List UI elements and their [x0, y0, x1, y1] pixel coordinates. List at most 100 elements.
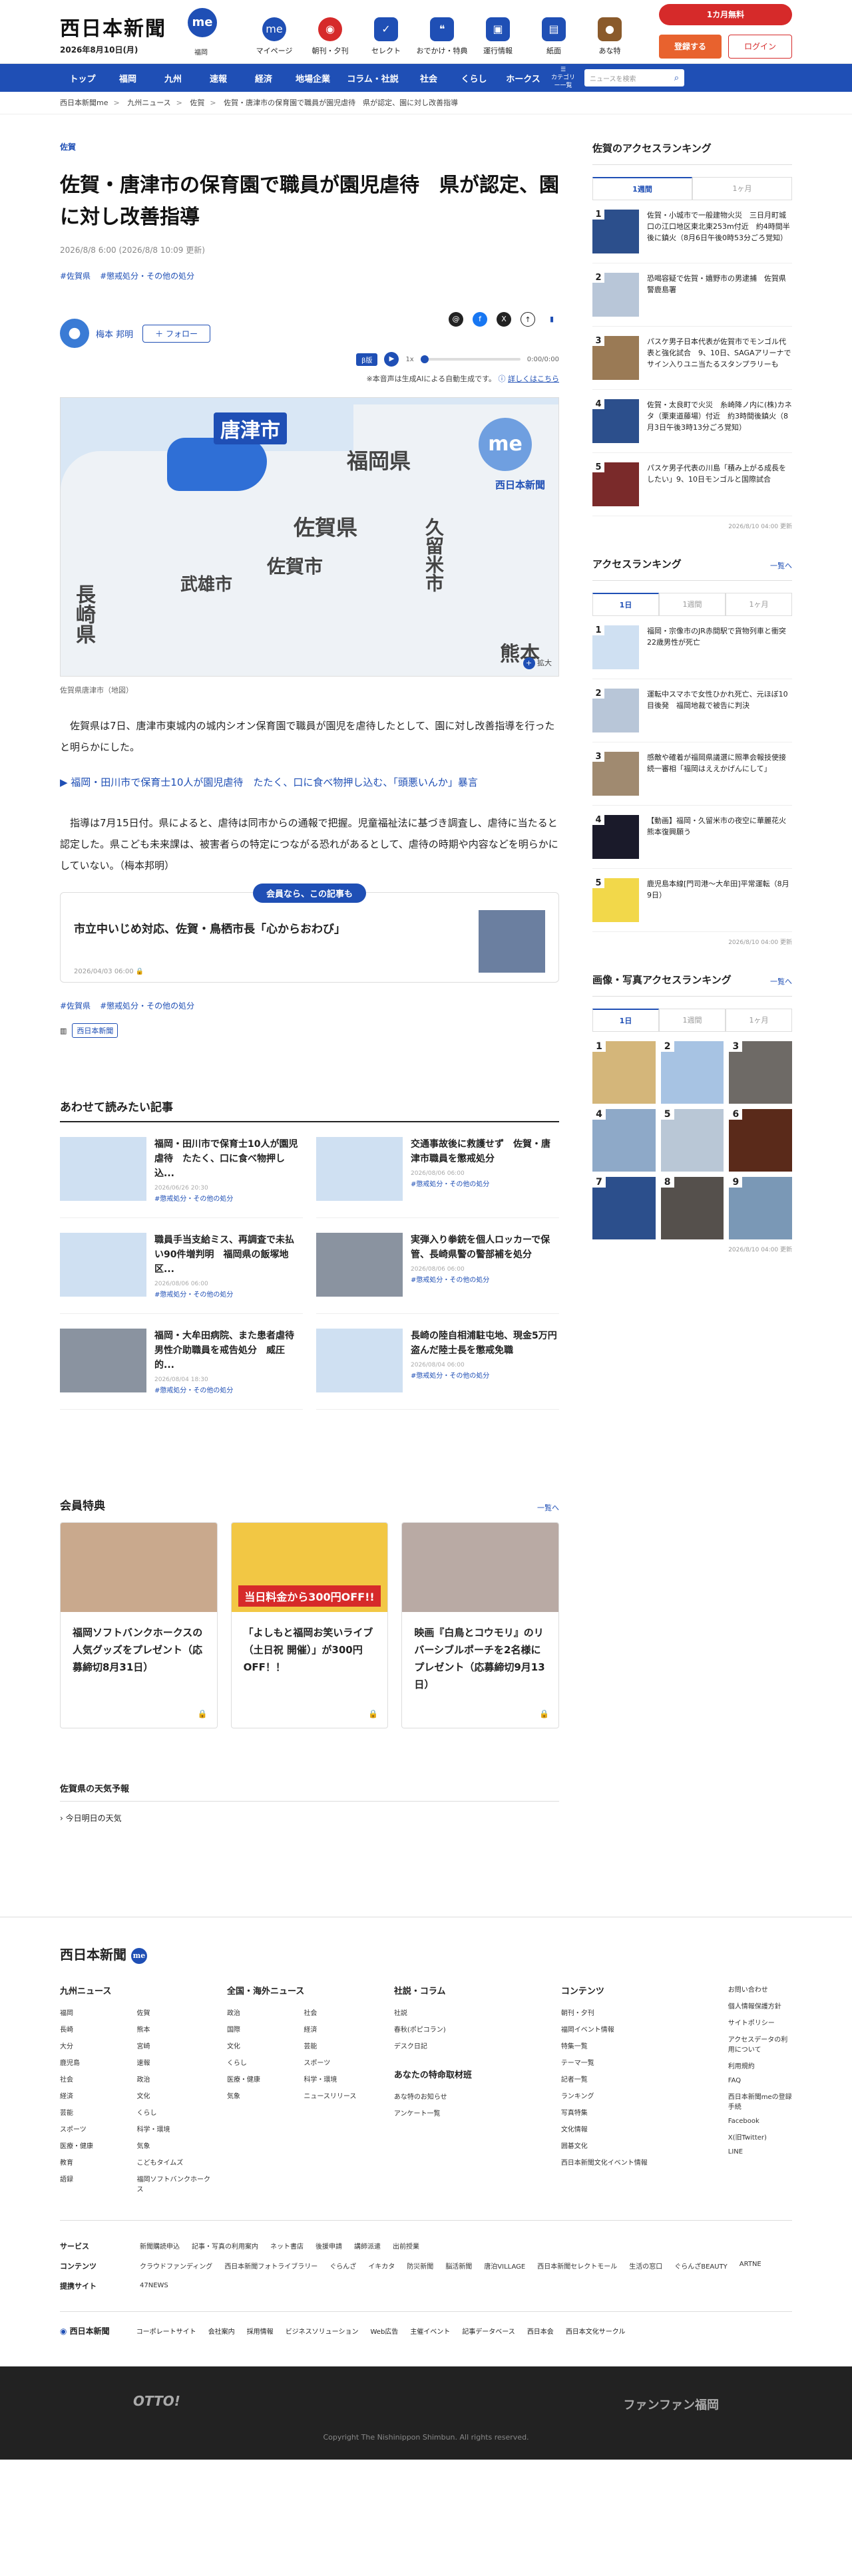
footer-link[interactable]: 国際	[227, 2024, 304, 2034]
ranking-item[interactable]: 5 パスケ男子代表の川島「積み上がる成長をしたい」9、10日モンゴルと国際試合	[592, 453, 792, 516]
footer-link[interactable]: 47NEWS	[140, 2282, 168, 2289]
gnav-society[interactable]: 社会	[406, 72, 451, 84]
ranking-item[interactable]: 5 鹿児島本線[門司港〜大牟田]平常運転（8月9日）	[592, 869, 792, 932]
footer-link[interactable]: 西日本新聞フォトライブラリー	[224, 2261, 318, 2271]
footer-link[interactable]: 特集一覧	[561, 2040, 715, 2050]
footer-link[interactable]: 防災新聞	[407, 2261, 433, 2271]
footer-link[interactable]: ビジネスソリューション	[286, 2329, 359, 2336]
list-item[interactable]: 交通事故後に救護せず 佐賀・唐津市職員を懲戒処分 2026/08/06 06:00…	[316, 1122, 559, 1218]
footer-link[interactable]: 唐泊VILLAGE	[484, 2261, 525, 2271]
otto-logo[interactable]: OTTO!	[133, 2393, 180, 2409]
zoom-button[interactable]: + 拡大	[523, 657, 552, 669]
list-item[interactable]: 実弾入り拳銃を個人ロッカーで保管、長崎県警の警部補を処分 2026/08/06 0…	[316, 1218, 559, 1314]
tag-saga[interactable]: #佐賀県	[60, 1000, 91, 1011]
nav-mypage[interactable]: me マイページ	[246, 17, 302, 56]
breadcrumb-saga[interactable]: 佐賀	[190, 98, 204, 107]
ranking-item[interactable]: 3 パスケ男子日本代表が佐賀市でモンゴル代表と強化試合 9、10日、SAGAアリー…	[592, 327, 799, 390]
footer-link[interactable]: イキカタ	[368, 2261, 395, 2271]
register-button[interactable]: 登録する	[659, 35, 722, 59]
gnav-top[interactable]: トップ	[60, 72, 105, 84]
footer-link[interactable]: ニュースリリース	[304, 2090, 380, 2100]
footer-link[interactable]: 生活の窓口	[629, 2261, 662, 2271]
gnav-hawks[interactable]: ホークス	[497, 72, 550, 84]
member-article-box[interactable]: 会員なら、この記事も 市立中いじめ対応、佐賀・鳥栖市長「心からおわび」 2026…	[60, 884, 559, 983]
photo-item[interactable]: 6	[729, 1109, 792, 1172]
photo-item[interactable]: 8	[660, 1177, 724, 1239]
footer-link[interactable]: 文化情報	[561, 2124, 715, 2134]
tab-1week[interactable]: 1週間	[659, 1009, 726, 1031]
perks-more-link[interactable]: 一覧へ	[537, 1502, 559, 1513]
tab-1month[interactable]: 1ヶ月	[726, 1009, 792, 1031]
gnav-column[interactable]: コラム・社説	[339, 72, 406, 84]
gnav-life[interactable]: くらし	[451, 72, 497, 84]
follow-button[interactable]: ＋ フォロー	[142, 324, 210, 343]
footer-link[interactable]: 記者一覧	[561, 2074, 715, 2084]
site-logo[interactable]: 西日本新聞	[60, 12, 166, 41]
footer-link[interactable]: 福岡イベント情報	[561, 2024, 715, 2034]
footer-link[interactable]: 経済	[304, 2024, 380, 2034]
footer-link[interactable]: サイトポリシー	[728, 2017, 792, 2027]
footer-link[interactable]: ARTNE	[740, 2261, 761, 2271]
play-icon[interactable]: ▶	[384, 352, 399, 367]
footer-link[interactable]: 社会	[304, 2007, 380, 2017]
bookmark-icon[interactable]: ▮	[544, 312, 559, 327]
footer-link[interactable]: 芸能	[60, 2107, 136, 2117]
gnav-breaking[interactable]: 速報	[196, 72, 241, 84]
footer-link[interactable]: こどもタイムズ	[136, 2157, 213, 2167]
footer-link[interactable]: 科学・環境	[136, 2124, 213, 2134]
footer-link[interactable]: LINE	[728, 2148, 792, 2156]
footer-link[interactable]: 西日本新聞meの登録手続	[728, 2091, 792, 2111]
seek-handle[interactable]	[420, 355, 429, 363]
share-icon[interactable]: ↑	[521, 312, 535, 327]
footer-link[interactable]: 長崎	[60, 2024, 136, 2034]
perk-card[interactable]: 映画『白鳥とコウモリ』のリバーシブルポーチを2名様にプレゼント（応募締切9月13…	[401, 1522, 560, 1728]
breadcrumb-kyushu[interactable]: 九州ニュース	[127, 98, 170, 107]
photo-item[interactable]: 7	[592, 1177, 656, 1239]
footer-link[interactable]: 速報	[136, 2057, 213, 2067]
member-article-title[interactable]: 市立中いじめ対応、佐賀・鳥栖市長「心からおわび」	[74, 919, 545, 936]
footer-link[interactable]: 福岡ソフトバンクホークス	[136, 2174, 213, 2193]
nav-anatoku[interactable]: ● あな特	[582, 17, 638, 56]
perk-card[interactable]: 当日料金から300円OFF!! 「よしもと福岡お笑いライブ（土日祝 開催）」が30…	[230, 1522, 389, 1728]
footer-link[interactable]: アンケート一覧	[394, 2108, 548, 2118]
footer-link[interactable]: 出前授業	[393, 2241, 419, 2251]
footer-link[interactable]: ネット書店	[270, 2241, 304, 2251]
breadcrumb-home[interactable]: 西日本新聞me	[60, 98, 108, 107]
photo-item[interactable]: 9	[729, 1177, 792, 1239]
photo-item[interactable]: 5	[660, 1109, 724, 1172]
footer-link[interactable]: 経済	[60, 2090, 136, 2100]
facebook-icon[interactable]: f	[473, 312, 487, 327]
category-list-button[interactable]: ☰ カテゴリー一覧	[550, 66, 576, 90]
footer-link[interactable]: テーマ一覧	[561, 2057, 715, 2067]
ranking-item[interactable]: 1 福岡・宗像市のJR赤間駅で貨物列車と衝突 22歳男性が死亡	[592, 616, 793, 679]
tab-1day[interactable]: 1日	[592, 1009, 659, 1031]
tab-1week[interactable]: 1週間	[592, 177, 692, 200]
footer-link[interactable]: X(旧Twitter)	[728, 2132, 792, 2142]
photo-item[interactable]: 2	[660, 1041, 724, 1104]
ranking-more-link[interactable]: 一覧へ	[770, 560, 792, 571]
fanfan-logo[interactable]: ファンファン福岡	[624, 2396, 719, 2413]
nav-odekake[interactable]: ❝ おでかけ・特典	[414, 17, 470, 56]
footer-link[interactable]: 新聞購読申込	[140, 2241, 180, 2251]
footer-link[interactable]: 朝刊・夕刊	[561, 2007, 715, 2017]
photo-item[interactable]: 4	[592, 1109, 656, 1172]
footer-link[interactable]: 西日本新聞セレクトモール	[537, 2261, 617, 2271]
footer-link[interactable]: 会社案内	[208, 2329, 235, 2336]
login-button[interactable]: ログイン	[728, 35, 792, 59]
tab-1month[interactable]: 1ヶ月	[692, 177, 792, 200]
footer-link[interactable]: コーポレートサイト	[136, 2329, 196, 2336]
footer-logo[interactable]: 西日本新聞 me	[60, 1944, 792, 1964]
weather-sub[interactable]: › 今日明日の天気	[60, 1812, 559, 1824]
search-input[interactable]: ニュースを検索 ⌕	[584, 69, 684, 86]
footer-link[interactable]: Web広告	[371, 2329, 399, 2336]
footer-link[interactable]: 文化	[136, 2090, 213, 2100]
gnav-kyushu[interactable]: 九州	[150, 72, 196, 84]
ranking-item[interactable]: 4 【動画】福岡・久留米市の夜空に華麗花火 熊本復興願う	[592, 806, 793, 869]
footer-link[interactable]: 主催イベント	[410, 2329, 450, 2336]
ranking-item[interactable]: 2 恐喝容疑で佐賀・嬉野市の男逮捕 佐賀県警鹿島署	[592, 263, 792, 327]
footer-link[interactable]: スポーツ	[304, 2057, 380, 2067]
footer-link[interactable]: 医療・健康	[227, 2074, 304, 2084]
footer-link[interactable]: くらし	[227, 2057, 304, 2067]
list-item[interactable]: 福岡・田川市で保育士10人が園児虐待 たたく、口に食べ物押し込... 2026/0…	[60, 1122, 303, 1218]
footer-link[interactable]: 教育	[60, 2157, 136, 2167]
